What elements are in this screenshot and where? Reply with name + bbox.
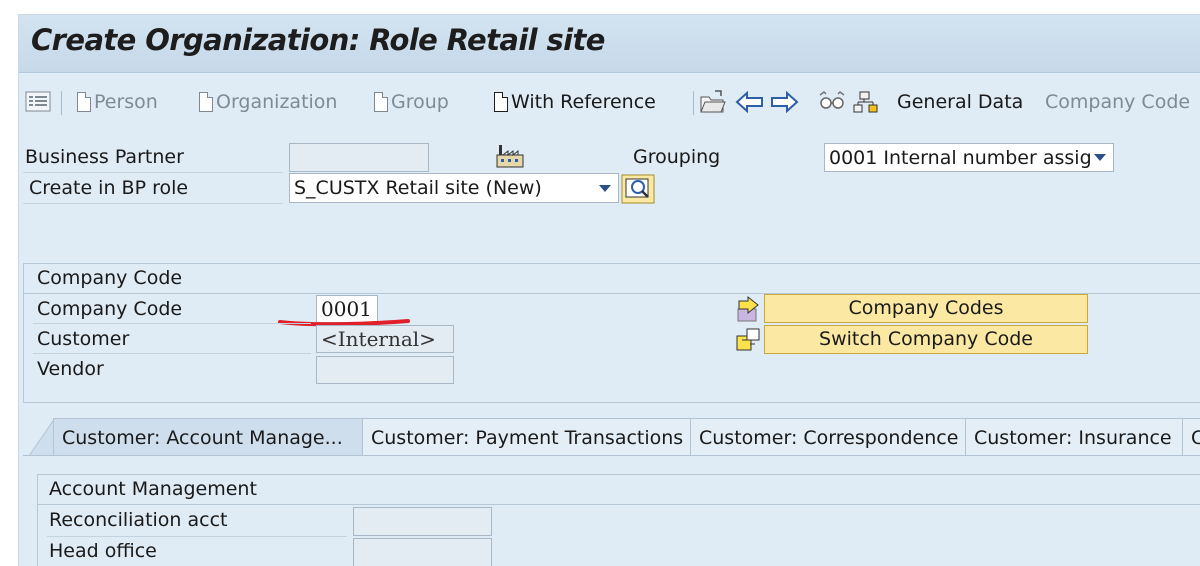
document-icon [494, 92, 508, 112]
grouping-value: 0001 Internal number assig [829, 147, 1092, 169]
tab-label: C [1191, 427, 1200, 449]
switch-company-code-button[interactable]: Switch Company Code [764, 325, 1088, 354]
tab-account-management[interactable]: Customer: Account Manage... [53, 418, 363, 456]
tab-label: Customer: Account Manage... [62, 427, 343, 449]
switch-role-icon[interactable] [621, 174, 655, 204]
grouping-select[interactable]: 0001 Internal number assig [824, 143, 1114, 172]
company-code-label: Company Code [37, 298, 183, 320]
toolbar: Person Organization Group With Reference [19, 73, 1200, 129]
bp-role-select[interactable]: S_CUSTX Retail site (New) [289, 173, 619, 203]
section-title: Company Code [37, 267, 183, 289]
open-folder-icon[interactable] [699, 89, 726, 115]
title-bar: Create Organization: Role Retail site [19, 15, 1200, 73]
grouping-label: Grouping [633, 146, 721, 168]
reconciliation-account-label: Reconciliation acct [49, 509, 228, 531]
document-icon [77, 92, 91, 112]
arrow-left-icon[interactable] [735, 89, 765, 115]
company-codes-button[interactable]: Company Codes [764, 294, 1088, 323]
head-office-field[interactable] [353, 538, 492, 566]
tab-corner [29, 418, 55, 456]
tab-more[interactable]: C [1182, 418, 1200, 456]
customer-field[interactable]: <Internal> [316, 325, 454, 353]
document-icon [199, 92, 213, 112]
vendor-field[interactable] [316, 356, 454, 384]
glasses-icon[interactable] [817, 89, 847, 115]
list-icon[interactable] [25, 89, 51, 115]
organization-button-label: Organization [216, 91, 338, 113]
sap-window: Create Organization: Role Retail site Pe… [18, 14, 1200, 566]
tab-correspondence[interactable]: Customer: Correspondence [690, 418, 966, 456]
document-icon [374, 92, 388, 112]
company-code-button[interactable]: Company Code [1045, 87, 1190, 117]
tab-label: Customer: Payment Transactions [371, 427, 684, 449]
switch-icon[interactable] [735, 326, 763, 352]
arrow-right-document-icon[interactable] [735, 295, 763, 322]
tab-label: Customer: Correspondence [699, 427, 959, 449]
reconciliation-account-field[interactable] [353, 507, 492, 536]
with-reference-button-label: With Reference [511, 91, 656, 113]
business-partner-field[interactable] [289, 143, 429, 172]
chevron-down-icon[interactable] [599, 185, 611, 192]
group-button[interactable]: Group [374, 87, 449, 117]
vendor-label: Vendor [37, 358, 104, 380]
tab-payment-transactions[interactable]: Customer: Payment Transactions [362, 418, 691, 456]
tab-insurance[interactable]: Customer: Insurance [965, 418, 1183, 456]
with-reference-button[interactable]: With Reference [494, 87, 656, 117]
tab-content: Account Management Reconciliation acct H… [23, 455, 1200, 566]
person-button-label: Person [94, 91, 158, 113]
create-in-role-label: Create in BP role [29, 177, 189, 199]
tab-label: Customer: Insurance [974, 427, 1172, 449]
hierarchy-icon[interactable] [851, 89, 881, 115]
factory-icon [495, 143, 525, 169]
section-title: Account Management [49, 478, 257, 500]
general-data-button[interactable]: General Data [897, 87, 1023, 117]
arrow-right-icon[interactable] [769, 89, 799, 115]
business-partner-label: Business Partner [25, 146, 184, 168]
chevron-down-icon[interactable] [1094, 154, 1106, 161]
group-button-label: Group [391, 91, 449, 113]
organization-button[interactable]: Organization [199, 87, 337, 117]
person-button[interactable]: Person [77, 87, 158, 117]
company-code-label: Company Code [1045, 91, 1191, 113]
head-office-label: Head office [49, 540, 157, 562]
page-title: Create Organization: Role Retail site [31, 23, 605, 57]
bp-role-value: S_CUSTX Retail site (New) [294, 177, 542, 199]
customer-label: Customer [37, 328, 130, 350]
general-data-label: General Data [897, 91, 1024, 113]
